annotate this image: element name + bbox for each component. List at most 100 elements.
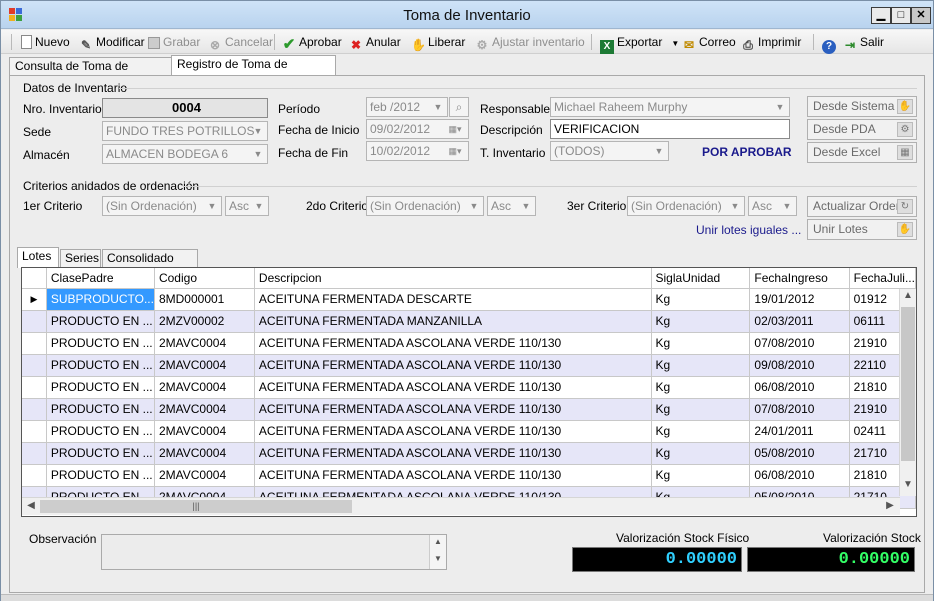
periodo-select[interactable]: feb /2012 ▼: [366, 97, 448, 117]
table-cell[interactable]: 2MAVC0004: [154, 398, 255, 421]
table-cell[interactable]: 07/08/2010: [749, 332, 850, 355]
desde-excel-button[interactable]: Desde Excel ▦: [807, 142, 917, 163]
table-cell[interactable]: PRODUCTO EN ...: [46, 332, 155, 355]
table-cell[interactable]: ACEITUNA FERMENTADA ASCOLANA VERDE 110/1…: [254, 420, 652, 443]
table-cell[interactable]: PRODUCTO EN ...: [46, 354, 155, 377]
horizontal-scrollbar[interactable]: ◀ ||| ▶: [22, 497, 900, 515]
table-cell[interactable]: PRODUCTO EN ...: [46, 310, 155, 333]
table-cell[interactable]: ACEITUNA FERMENTADA ASCOLANA VERDE 110/1…: [254, 442, 652, 465]
observacion-scrollbar[interactable]: ▲ ▼: [429, 535, 446, 569]
table-row[interactable]: PRODUCTO EN ...2MAVC0004ACEITUNA FERMENT…: [22, 354, 916, 377]
table-cell[interactable]: PRODUCTO EN ...: [46, 420, 155, 443]
table-row[interactable]: PRODUCTO EN ...2MAVC0004ACEITUNA FERMENT…: [22, 442, 916, 465]
table-row[interactable]: PRODUCTO EN ...2MAVC0004ACEITUNA FERMENT…: [22, 376, 916, 399]
scrollbar-thumb[interactable]: [901, 307, 915, 461]
desde-sistema-button[interactable]: Desde Sistema ✋: [807, 96, 917, 117]
table-cell[interactable]: ACEITUNA FERMENTADA ASCOLANA VERDE 110/1…: [254, 398, 652, 421]
table-cell[interactable]: 19/01/2012: [749, 288, 850, 311]
modificar-button[interactable]: ✎ Modificar: [79, 33, 145, 52]
table-cell[interactable]: 2MAVC0004: [154, 332, 255, 355]
table-cell[interactable]: 2MAVC0004: [154, 354, 255, 377]
correo-button[interactable]: ✉ Correo: [682, 33, 736, 52]
table-cell[interactable]: 2MZV00002: [154, 310, 255, 333]
tab-registro[interactable]: Registro de Toma de Inventario: [171, 55, 336, 88]
anular-button[interactable]: ✖ Anular: [349, 33, 401, 52]
table-cell[interactable]: Kg: [651, 442, 751, 465]
column-header[interactable]: SiglaUnidad: [651, 268, 751, 289]
row-header[interactable]: [22, 354, 47, 377]
column-header[interactable]: ClasePadre: [46, 268, 155, 289]
table-cell[interactable]: 8MD000001: [154, 288, 255, 311]
exportar-button[interactable]: X Exportar ▼: [600, 33, 679, 54]
row-header[interactable]: [22, 420, 47, 443]
criterio1-select[interactable]: (Sin Ordenación) ▼: [102, 196, 222, 216]
table-cell[interactable]: ACEITUNA FERMENTADA ASCOLANA VERDE 110/1…: [254, 464, 652, 487]
table-cell[interactable]: ACEITUNA FERMENTADA ASCOLANA VERDE 110/1…: [254, 376, 652, 399]
scroll-up-icon[interactable]: ▲: [430, 537, 446, 546]
table-cell[interactable]: 2MAVC0004: [154, 464, 255, 487]
table-cell[interactable]: 24/01/2011: [749, 420, 850, 443]
scroll-left-icon[interactable]: ◀: [23, 500, 39, 511]
nuevo-button[interactable]: Nuevo: [21, 33, 70, 51]
scroll-down-icon[interactable]: ▼: [900, 479, 916, 490]
almacen-select[interactable]: ALMACEN BODEGA 6 ▼: [102, 144, 268, 164]
table-row[interactable]: PRODUCTO EN ...2MAVC0004ACEITUNA FERMENT…: [22, 332, 916, 355]
table-row[interactable]: ▶ SUBPRODUCTO... 8MD000001 ACEITUNA FERMENT…: [22, 288, 916, 311]
salir-button[interactable]: ⇥ Salir: [843, 33, 884, 52]
row-header[interactable]: [22, 398, 47, 421]
table-cell[interactable]: ACEITUNA FERMENTADA MANZANILLA: [254, 310, 652, 333]
table-cell[interactable]: ACEITUNA FERMENTADA ASCOLANA VERDE 110/1…: [254, 354, 652, 377]
criterio1-order-select[interactable]: Asc ▼: [225, 196, 269, 216]
table-cell[interactable]: Kg: [651, 354, 751, 377]
table-cell[interactable]: 2MAVC0004: [154, 442, 255, 465]
unir-lotes-button[interactable]: Unir Lotes ✋: [807, 219, 917, 240]
maximize-button[interactable]: □: [891, 7, 911, 24]
observacion-textarea[interactable]: ▲ ▼: [101, 534, 447, 570]
row-header[interactable]: [22, 464, 47, 487]
table-cell[interactable]: 2MAVC0004: [154, 376, 255, 399]
ajustar-inventario-button[interactable]: ⚙ Ajustar inventario: [475, 33, 585, 52]
column-header[interactable]: Descripcion: [254, 268, 652, 289]
tab-consulta[interactable]: Consulta de Toma de Inventario: [9, 57, 172, 90]
table-cell[interactable]: PRODUCTO EN ...: [46, 464, 155, 487]
sede-select[interactable]: FUNDO TRES POTRILLOS ▼: [102, 121, 268, 141]
table-cell[interactable]: 2MAVC0004: [154, 420, 255, 443]
periodo-search-button[interactable]: ⌕: [449, 97, 469, 117]
grabar-button[interactable]: Grabar: [148, 33, 200, 51]
cancelar-button[interactable]: ⊗ Cancelar: [208, 33, 273, 52]
scrollbar-thumb[interactable]: |||: [40, 500, 352, 513]
table-cell[interactable]: 02/03/2011: [749, 310, 850, 333]
table-cell[interactable]: Kg: [651, 310, 751, 333]
scroll-right-icon[interactable]: ▶: [882, 500, 898, 511]
scroll-up-icon[interactable]: ▲: [900, 290, 916, 301]
criterio2-order-select[interactable]: Asc ▼: [487, 196, 536, 216]
fecha-fin-picker[interactable]: 10/02/2012 ▦▾: [366, 141, 469, 161]
table-cell[interactable]: Kg: [651, 420, 751, 443]
table-cell[interactable]: Kg: [651, 464, 751, 487]
table-cell[interactable]: Kg: [651, 332, 751, 355]
desde-pda-button[interactable]: Desde PDA ⚙: [807, 119, 917, 140]
responsable-select[interactable]: Michael Raheem Murphy ▼: [550, 97, 790, 117]
row-header[interactable]: [22, 442, 47, 465]
scroll-down-icon[interactable]: ▼: [430, 554, 446, 563]
table-cell[interactable]: ACEITUNA FERMENTADA DESCARTE: [254, 288, 652, 311]
unir-lotes-link[interactable]: Unir lotes iguales ...: [696, 223, 801, 237]
actualizar-orden-button[interactable]: Actualizar Orden ↻: [807, 196, 917, 217]
minimize-button[interactable]: ▁: [871, 7, 891, 24]
table-cell[interactable]: SUBPRODUCTO...: [46, 288, 155, 311]
help-button[interactable]: ?: [822, 33, 839, 54]
table-cell[interactable]: 05/08/2010: [749, 442, 850, 465]
imprimir-button[interactable]: ⎙ Imprimir: [741, 33, 801, 52]
table-row[interactable]: PRODUCTO EN ...2MAVC0004ACEITUNA FERMENT…: [22, 398, 916, 421]
liberar-button[interactable]: ✋ Liberar: [411, 33, 465, 52]
table-cell[interactable]: PRODUCTO EN ...: [46, 398, 155, 421]
row-header[interactable]: [22, 376, 47, 399]
column-header[interactable]: FechaJuli...: [849, 268, 916, 289]
table-cell[interactable]: PRODUCTO EN ...: [46, 376, 155, 399]
row-header[interactable]: [22, 310, 47, 333]
descripcion-input[interactable]: VERIFICACION: [550, 119, 790, 139]
table-cell[interactable]: Kg: [651, 376, 751, 399]
aprobar-button[interactable]: ✔ Aprobar: [282, 33, 342, 52]
table-cell[interactable]: ACEITUNA FERMENTADA ASCOLANA VERDE 110/1…: [254, 332, 652, 355]
table-cell[interactable]: Kg: [651, 398, 751, 421]
